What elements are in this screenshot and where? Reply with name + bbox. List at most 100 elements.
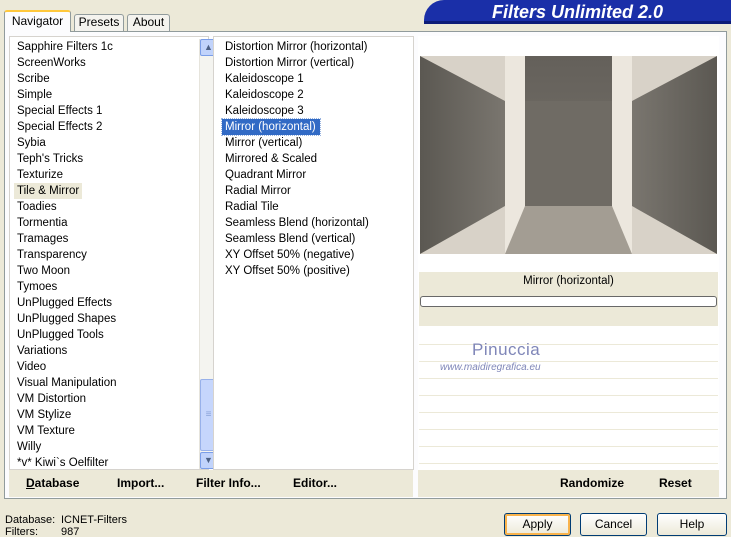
filter-item-label: Seamless Blend (horizontal) xyxy=(225,217,369,229)
category-item[interactable]: Tile & Mirror xyxy=(14,183,194,199)
category-item[interactable]: VM Texture xyxy=(14,423,194,439)
preview-toolbar: Randomize Reset xyxy=(418,470,719,497)
category-item-label: UnPlugged Effects xyxy=(17,297,113,309)
category-item[interactable]: Special Effects 2 xyxy=(14,119,194,135)
filter-name-box: Mirror (horizontal) xyxy=(419,272,718,326)
category-item[interactable]: Sybia xyxy=(14,135,194,151)
filter-info-button[interactable]: Filter Info... xyxy=(196,476,261,490)
category-item-label: Two Moon xyxy=(17,265,71,277)
category-items: Sapphire Filters 1c ScreenWorks Scribe Simp… xyxy=(14,39,194,471)
filter-item[interactable]: Mirrored & Scaled xyxy=(222,151,410,167)
category-item-label: Teph's Tricks xyxy=(17,153,84,165)
category-item[interactable]: Visual Manipulation xyxy=(14,375,194,391)
category-item[interactable]: Tormentia xyxy=(14,215,194,231)
category-item[interactable]: Willy xyxy=(14,439,194,455)
category-item[interactable]: VM Stylize xyxy=(14,407,194,423)
help-button[interactable]: Help xyxy=(657,513,727,536)
category-item[interactable]: Tramages xyxy=(14,231,194,247)
tab-about[interactable]: About xyxy=(127,14,170,31)
category-item-label: Transparency xyxy=(17,249,87,261)
category-item-label: Sapphire Filters 1c xyxy=(17,41,113,53)
param-row xyxy=(419,430,718,447)
filter-item[interactable]: XY Offset 50% (negative) xyxy=(222,247,410,263)
category-item[interactable]: ScreenWorks xyxy=(14,55,194,71)
status-area: Database: ICNET-Filters Filters: 987 xyxy=(5,514,127,537)
category-item-label: Tymoes xyxy=(17,281,58,293)
category-item-label: Scribe xyxy=(17,73,50,85)
category-item[interactable]: *v* Kiwi`s Oelfilter xyxy=(14,455,194,471)
filter-item-label: Kaleidoscope 3 xyxy=(225,105,304,117)
tab-navigator[interactable]: Navigator xyxy=(4,10,71,32)
filter-item-label: Mirrored & Scaled xyxy=(225,153,318,165)
category-item[interactable]: Transparency xyxy=(14,247,194,263)
filter-item[interactable]: Kaleidoscope 2 xyxy=(222,87,410,103)
category-item[interactable]: Teph's Tricks xyxy=(14,151,194,167)
database-status-label: Database: xyxy=(5,514,56,526)
database-button[interactable]: Database xyxy=(26,476,79,490)
filters-status-label: Filters: xyxy=(5,526,38,537)
watermark-url: www.maidiregrafica.eu xyxy=(440,362,541,373)
filter-item-label: Quadrant Mirror xyxy=(225,169,307,181)
list-toolbar: Database Import... Filter Info... Editor… xyxy=(9,470,413,497)
category-item[interactable]: UnPlugged Tools xyxy=(14,327,194,343)
filter-item[interactable]: Radial Mirror xyxy=(222,183,410,199)
category-item[interactable]: Two Moon xyxy=(14,263,194,279)
category-item[interactable]: VM Distortion xyxy=(14,391,194,407)
filter-item[interactable]: Kaleidoscope 1 xyxy=(222,71,410,87)
param-row xyxy=(419,396,718,413)
filter-item[interactable]: Radial Tile xyxy=(222,199,410,215)
current-filter-name: Mirror (horizontal) xyxy=(523,275,614,287)
filter-item[interactable]: Mirror (vertical) xyxy=(222,135,410,151)
category-item[interactable]: Tymoes xyxy=(14,279,194,295)
filter-item[interactable]: Mirror (horizontal) xyxy=(221,118,410,136)
category-item[interactable]: Variations xyxy=(14,343,194,359)
category-item-label: Variations xyxy=(17,345,68,357)
preview-mirror-graphic xyxy=(420,56,717,254)
editor-button[interactable]: Editor... xyxy=(293,476,337,490)
progress-bar xyxy=(420,296,717,307)
filter-item[interactable]: XY Offset 50% (positive) xyxy=(222,263,410,279)
filter-item-label: Radial Mirror xyxy=(225,185,291,197)
category-item-label: ScreenWorks xyxy=(17,57,86,69)
filter-item[interactable]: Distortion Mirror (vertical) xyxy=(222,55,410,71)
filter-item-label: XY Offset 50% (positive) xyxy=(225,265,350,277)
filter-item[interactable]: Seamless Blend (horizontal) xyxy=(222,215,410,231)
category-item[interactable]: UnPlugged Effects xyxy=(14,295,194,311)
filter-item-label: Radial Tile xyxy=(225,201,279,213)
category-item-label: Special Effects 2 xyxy=(17,121,103,133)
apply-button[interactable]: Apply xyxy=(504,513,571,536)
category-item-label: Visual Manipulation xyxy=(17,377,117,389)
category-item-label: Texturize xyxy=(17,169,64,181)
cancel-button[interactable]: Cancel xyxy=(580,513,647,536)
filter-item-label: Kaleidoscope 2 xyxy=(225,89,304,101)
category-item[interactable]: Sapphire Filters 1c xyxy=(14,39,194,55)
filter-list[interactable]: Distortion Mirror (horizontal) Distortion… xyxy=(213,36,414,470)
category-item-label: *v* Kiwi`s Oelfilter xyxy=(17,457,109,469)
filter-item[interactable]: Distortion Mirror (horizontal) xyxy=(222,39,410,55)
category-item-label: Simple xyxy=(17,89,53,101)
import-button[interactable]: Import... xyxy=(117,476,164,490)
category-item-label: VM Texture xyxy=(17,425,75,437)
app-title-banner: Filters Unlimited 2.0 xyxy=(424,0,731,24)
reset-button[interactable]: Reset xyxy=(659,476,692,490)
category-item[interactable]: Scribe xyxy=(14,71,194,87)
category-item-label: UnPlugged Shapes xyxy=(17,313,117,325)
category-item[interactable]: UnPlugged Shapes xyxy=(14,311,194,327)
category-item[interactable]: Toadies xyxy=(14,199,194,215)
filter-item[interactable]: Quadrant Mirror xyxy=(222,167,410,183)
category-item-label: Toadies xyxy=(17,201,57,213)
category-item-label: Tramages xyxy=(17,233,69,245)
filter-items: Distortion Mirror (horizontal) Distortion… xyxy=(221,39,410,279)
category-list[interactable]: Sapphire Filters 1c ScreenWorks Scribe Simp… xyxy=(9,36,217,471)
category-item[interactable]: Texturize xyxy=(14,167,194,183)
category-item-label: Willy xyxy=(17,441,42,453)
category-item[interactable]: Special Effects 1 xyxy=(14,103,194,119)
category-item-label: Video xyxy=(17,361,47,373)
category-item[interactable]: Simple xyxy=(14,87,194,103)
randomize-button[interactable]: Randomize xyxy=(560,476,624,490)
category-item[interactable]: Video xyxy=(14,359,194,375)
category-item-label: Special Effects 1 xyxy=(17,105,103,117)
filter-item[interactable]: Seamless Blend (vertical) xyxy=(222,231,410,247)
filter-item[interactable]: Kaleidoscope 3 xyxy=(222,103,410,119)
tab-presets[interactable]: Presets xyxy=(74,14,124,31)
